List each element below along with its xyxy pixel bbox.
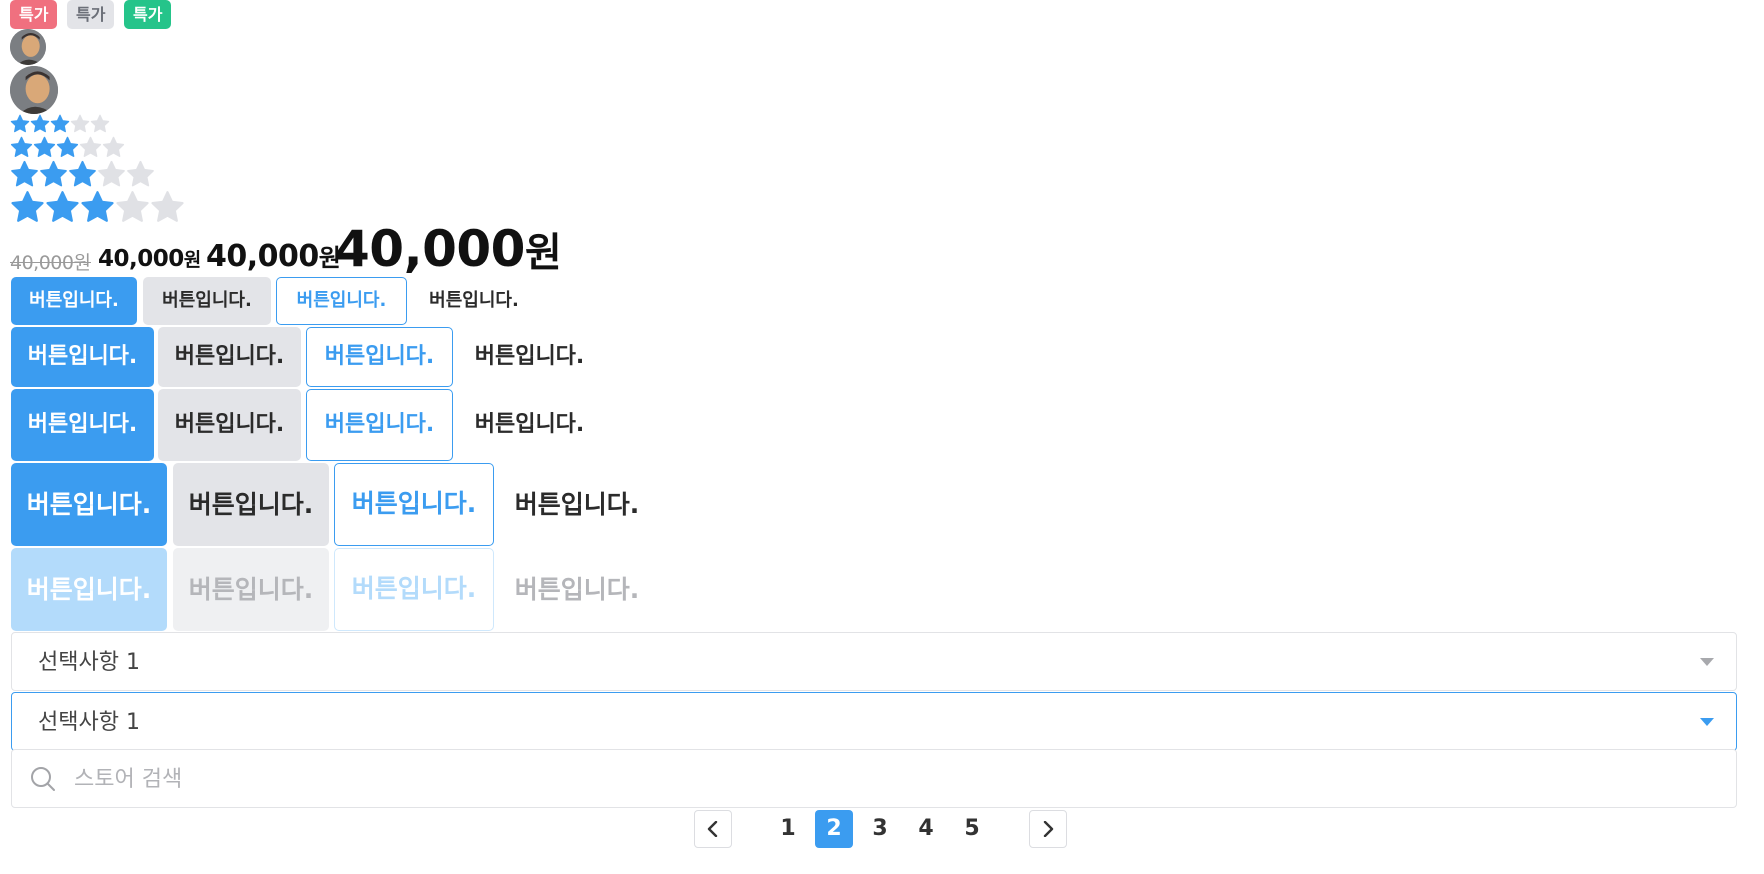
star-empty-icon xyxy=(151,191,184,222)
pagination-page-1[interactable]: 1 xyxy=(769,810,807,848)
button-outline-disabled: 버튼입니다. xyxy=(334,548,494,631)
button-text-medium[interactable]: 버튼입니다. xyxy=(458,327,601,387)
star-empty-icon xyxy=(127,160,154,187)
pagination-page-4[interactable]: 4 xyxy=(907,810,945,848)
select-dropdown[interactable]: 선택사항 1 xyxy=(11,632,1737,691)
price-medium: 40,000원 xyxy=(206,239,341,274)
button-primary-medium-tall[interactable]: 버튼입니다. xyxy=(11,389,154,461)
avatar-large xyxy=(10,66,58,114)
select-value: 선택사항 1 xyxy=(38,710,140,735)
chevron-down-icon xyxy=(1700,658,1714,666)
button-text-disabled: 버튼입니다. xyxy=(514,575,640,604)
button-text-small[interactable]: 버튼입니다. xyxy=(411,277,537,325)
star-filled-icon xyxy=(33,136,56,157)
star-filled-icon xyxy=(11,191,44,222)
button-outline-small[interactable]: 버튼입니다. xyxy=(276,277,407,325)
button-outline-medium-tall[interactable]: 버튼입니다. xyxy=(306,389,453,461)
badge-special-green: 특가 xyxy=(124,0,172,29)
button-primary-medium[interactable]: 버튼입니다. xyxy=(11,327,154,387)
star-rating-sm xyxy=(10,136,125,159)
star-empty-icon xyxy=(116,191,149,222)
pagination-page-2[interactable]: 2 xyxy=(815,810,853,848)
badge-special-red: 특가 xyxy=(10,0,58,29)
button-secondary-large[interactable]: 버튼입니다. xyxy=(173,463,329,546)
button-primary-disabled: 버튼입니다. xyxy=(11,548,167,631)
button-primary-small[interactable]: 버튼입니다. xyxy=(11,277,137,325)
button-text-medium-tall[interactable]: 버튼입니다. xyxy=(458,389,601,461)
star-rating-xs xyxy=(10,114,110,134)
button-text-large[interactable]: 버튼입니다. xyxy=(499,463,655,546)
price-small: 40,000원 xyxy=(98,246,202,272)
star-rating-md xyxy=(10,160,155,189)
select-dropdown-focused[interactable]: 선택사항 1 xyxy=(11,692,1737,751)
button-primary-large[interactable]: 버튼입니다. xyxy=(11,463,167,546)
button-secondary-disabled: 버튼입니다. xyxy=(173,548,329,631)
star-filled-icon xyxy=(69,160,96,187)
star-empty-icon xyxy=(70,114,90,133)
button-secondary-medium[interactable]: 버튼입니다. xyxy=(158,327,301,387)
star-filled-icon xyxy=(30,114,50,133)
pagination-next-button[interactable] xyxy=(1029,810,1067,848)
pagination-page-3[interactable]: 3 xyxy=(861,810,899,848)
pagination-page-5[interactable]: 5 xyxy=(953,810,991,848)
price-original: 40,000원 xyxy=(10,252,91,274)
star-filled-icon xyxy=(56,136,79,157)
star-rating-lg xyxy=(10,190,185,225)
chevron-right-icon xyxy=(1043,821,1054,837)
star-empty-icon xyxy=(98,160,125,187)
star-filled-icon xyxy=(50,114,70,133)
star-filled-icon xyxy=(46,191,79,222)
chevron-left-icon xyxy=(707,821,718,837)
star-filled-icon xyxy=(10,136,33,157)
star-empty-icon xyxy=(90,114,110,133)
button-secondary-small[interactable]: 버튼입니다. xyxy=(143,277,271,325)
badge-special-gray: 특가 xyxy=(67,0,115,29)
select-value: 선택사항 1 xyxy=(38,650,140,675)
button-outline-large[interactable]: 버튼입니다. xyxy=(334,463,494,546)
button-secondary-medium-tall[interactable]: 버튼입니다. xyxy=(158,389,301,461)
search-icon xyxy=(31,767,55,791)
avatar-photo-icon xyxy=(10,66,58,114)
star-filled-icon xyxy=(40,160,67,187)
star-filled-icon xyxy=(10,114,30,133)
avatar-photo-icon xyxy=(10,29,46,65)
star-empty-icon xyxy=(102,136,125,157)
price-large: 40,000원 xyxy=(335,220,562,278)
chevron-down-icon xyxy=(1700,718,1714,726)
star-empty-icon xyxy=(79,136,102,157)
store-search-field[interactable] xyxy=(11,749,1737,809)
search-input[interactable] xyxy=(72,750,1676,809)
pagination-prev-button[interactable] xyxy=(694,810,732,848)
button-outline-medium[interactable]: 버튼입니다. xyxy=(306,327,453,387)
avatar-small xyxy=(10,29,46,65)
star-filled-icon xyxy=(81,191,114,222)
star-filled-icon xyxy=(11,160,38,187)
